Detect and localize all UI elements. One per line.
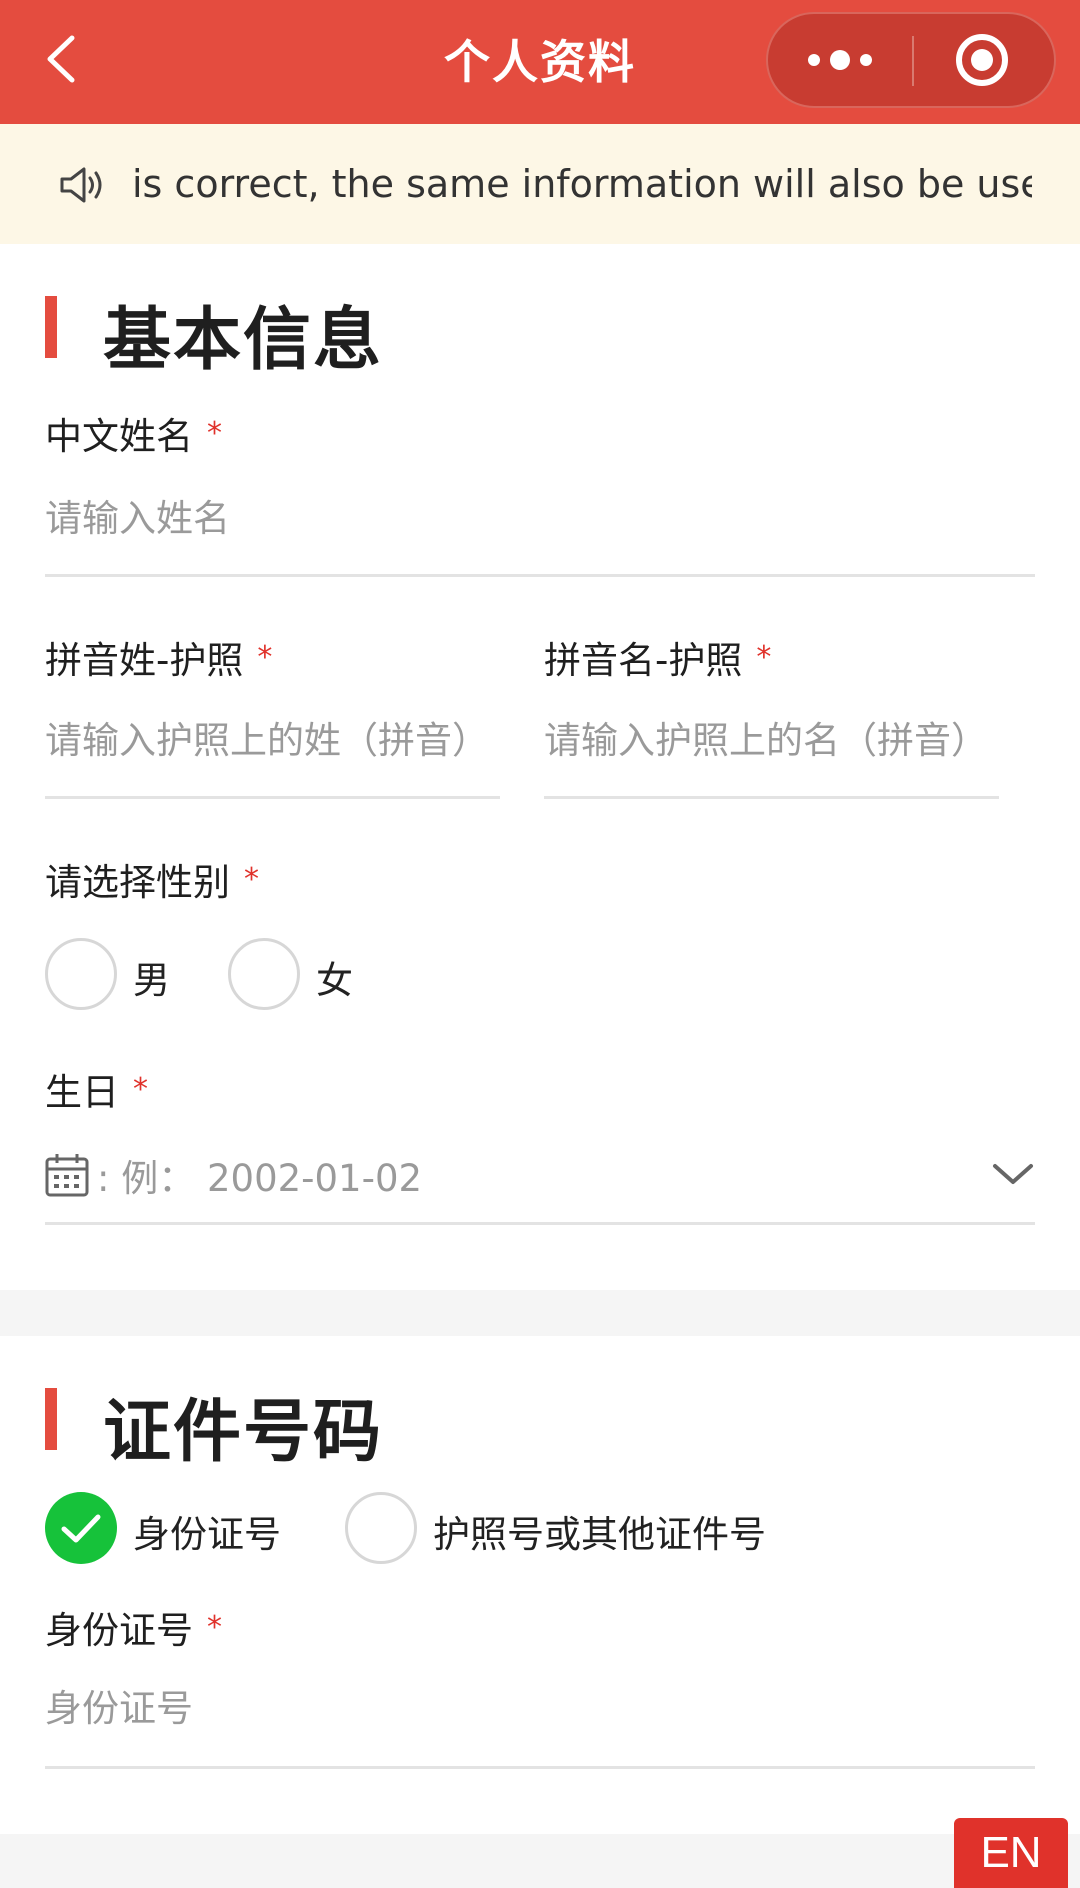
chevron-down-icon bbox=[993, 1164, 1033, 1184]
pinyin-surname-label: 拼音姓-护照 * bbox=[45, 630, 272, 684]
section-accent-bar bbox=[45, 296, 57, 358]
required-marker: * bbox=[257, 640, 273, 675]
pinyin-surname-input[interactable] bbox=[45, 708, 500, 772]
gender-male-label[interactable]: 男 bbox=[133, 950, 170, 1004]
birthday-prefix: : bbox=[97, 1157, 110, 1200]
id-number-label: 身份证号 * bbox=[45, 1600, 222, 1654]
gender-male-radio[interactable] bbox=[45, 938, 117, 1010]
birthday-label-text: 生日 bbox=[45, 1071, 119, 1114]
section-gap bbox=[0, 1834, 1080, 1888]
passport-option-label[interactable]: 护照号或其他证件号 bbox=[433, 1504, 766, 1558]
notice-bar: is correct, the same information will al… bbox=[0, 124, 1080, 244]
divider bbox=[544, 796, 999, 799]
pinyin-given-label-text: 拼音名-护照 bbox=[544, 639, 743, 682]
nav-header: 个人资料 bbox=[0, 0, 1080, 124]
id-number-input[interactable] bbox=[45, 1676, 1035, 1740]
required-marker: * bbox=[207, 1610, 222, 1645]
chinese-name-input[interactable] bbox=[45, 486, 1035, 550]
chevron-left-icon bbox=[47, 35, 75, 83]
check-icon bbox=[61, 1514, 101, 1543]
more-dots-icon bbox=[808, 50, 872, 70]
birthday-value: : 例： 2002-01-02 bbox=[97, 1148, 422, 1202]
record-target-icon bbox=[956, 34, 1008, 86]
chinese-name-label-text: 中文姓名 bbox=[45, 415, 193, 458]
divider bbox=[45, 796, 500, 799]
back-button[interactable] bbox=[36, 28, 86, 90]
id-card-radio[interactable] bbox=[45, 1492, 117, 1564]
gender-female-label[interactable]: 女 bbox=[316, 950, 353, 1004]
more-button[interactable] bbox=[768, 14, 912, 106]
divider bbox=[45, 574, 1035, 577]
notice-text: is correct, the same information will al… bbox=[132, 162, 1032, 206]
gender-female-radio[interactable] bbox=[228, 938, 300, 1010]
required-marker: * bbox=[756, 640, 772, 675]
id-number-label-text: 身份证号 bbox=[45, 1609, 193, 1652]
birthday-picker[interactable]: : 例： 2002-01-02 bbox=[45, 1144, 1035, 1208]
pinyin-surname-label-text: 拼音姓-护照 bbox=[45, 639, 244, 682]
chinese-name-label: 中文姓名 * bbox=[45, 406, 222, 460]
pinyin-given-label: 拼音名-护照 * bbox=[544, 630, 771, 684]
section-gap bbox=[0, 1290, 1080, 1336]
birthday-placeholder: 例： 2002-01-02 bbox=[121, 1157, 423, 1200]
section-title: 证件号码 bbox=[103, 1393, 384, 1472]
id-card-option-label[interactable]: 身份证号 bbox=[133, 1504, 281, 1558]
divider bbox=[45, 1222, 1035, 1225]
birthday-label: 生日 * bbox=[45, 1062, 148, 1116]
required-marker: * bbox=[207, 416, 222, 451]
gender-label-text: 请选择性别 bbox=[45, 861, 230, 904]
mini-program-capsule bbox=[766, 12, 1056, 108]
gender-label: 请选择性别 * bbox=[45, 852, 259, 906]
passport-radio[interactable] bbox=[345, 1492, 417, 1564]
pinyin-given-input[interactable] bbox=[544, 708, 999, 772]
speaker-icon bbox=[60, 167, 102, 203]
language-toggle-button[interactable]: EN bbox=[954, 1818, 1068, 1888]
calendar-icon bbox=[45, 1154, 89, 1197]
close-miniprogram-button[interactable] bbox=[914, 14, 1054, 106]
required-marker: * bbox=[244, 862, 259, 897]
section-accent-bar bbox=[45, 1388, 57, 1450]
required-marker: * bbox=[133, 1072, 148, 1107]
divider bbox=[45, 1766, 1035, 1769]
section-title: 基本信息 bbox=[103, 301, 384, 380]
